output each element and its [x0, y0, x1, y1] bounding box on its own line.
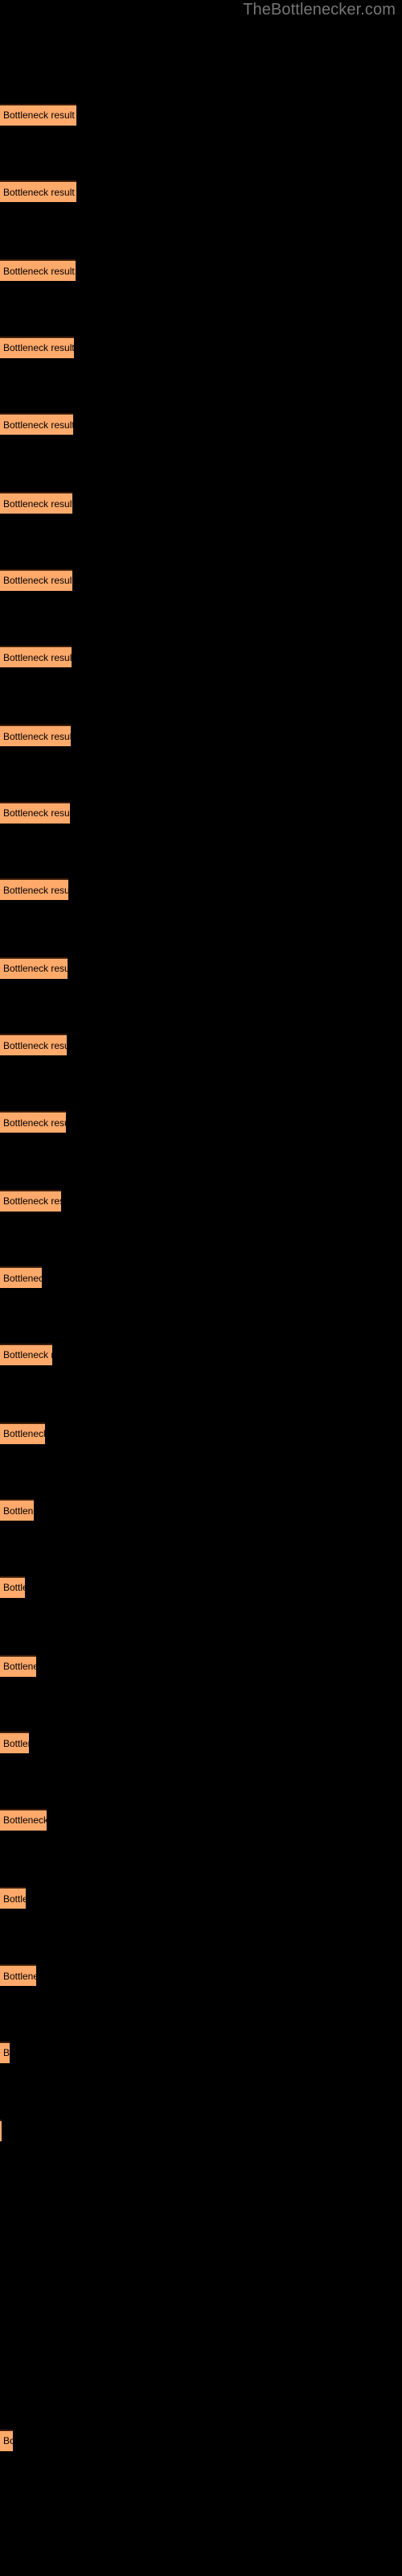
- bottleneck-bar[interactable]: Bottleneck result: [0, 103, 76, 126]
- bar-row: Bottleneck result: [0, 2429, 402, 2451]
- bar-row: Bottleneck result: [0, 2352, 402, 2374]
- bottleneck-bar[interactable]: Bottleneck result: [0, 878, 68, 901]
- bottleneck-bar[interactable]: Bottleneck result: [0, 2429, 13, 2451]
- bar-row: Bottleneck result: [0, 1732, 402, 1754]
- bar-label: Bottleneck result: [3, 1195, 61, 1208]
- bar-label: Bottleneck result: [3, 1117, 66, 1129]
- page-root: TheBottlenecker.com Bottleneck result Bot…: [0, 0, 402, 2576]
- bar-label: Bottleneck result: [3, 807, 70, 819]
- bottleneck-bar[interactable]: Bottleneck result: [0, 1499, 34, 1521]
- bottleneck-bar[interactable]: Bottleneck result: [0, 1266, 42, 1289]
- bar-row: Bottleneck result: [0, 878, 402, 901]
- bar-row: Bottleneck result: [0, 646, 402, 668]
- bar-label: Bottleneck result: [3, 186, 75, 198]
- bar-row: Bottleneck result: [0, 2273, 402, 2295]
- bar-label: Bottleneck result: [3, 1272, 42, 1284]
- bar-label: Bottleneck result: [3, 1661, 36, 1673]
- bottleneck-bar[interactable]: Bottleneck result: [0, 2120, 2, 2142]
- bar-label: Bottleneck result: [3, 1893, 26, 1905]
- bar-label: Bottleneck result: [3, 1737, 29, 1749]
- bar-row: Bottleneck result: [0, 2041, 402, 2063]
- bar-row: Bottleneck result: [0, 336, 402, 358]
- bar-row: Bottleneck result: [0, 2506, 402, 2528]
- bar-row: Bottleneck result: [0, 1575, 402, 1598]
- bar-label: Bottleneck result: [3, 575, 72, 587]
- bar-row: Bottleneck result: [0, 1654, 402, 1677]
- bar-row: Bottleneck result: [0, 1964, 402, 1986]
- bar-row: Bottleneck result: [0, 492, 402, 514]
- bar-row: Bottleneck result: [0, 1422, 402, 1444]
- bar-row: Bottleneck result: [0, 568, 402, 591]
- bar-label: Bottleneck result: [3, 1814, 47, 1827]
- bar-row: Bottleneck result: [0, 1887, 402, 1909]
- bar-label: Bottleneck result: [3, 497, 72, 510]
- bottleneck-bar[interactable]: Bottleneck result: [0, 1111, 66, 1133]
- bar-row: Bottleneck result: [0, 1499, 402, 1521]
- bar-row: Bottleneck result: [0, 1266, 402, 1289]
- bottleneck-bar[interactable]: Bottleneck result: [0, 1343, 52, 1365]
- bar-label: Bottleneck result: [3, 651, 72, 663]
- bottleneck-bar[interactable]: Bottleneck result: [0, 1964, 36, 1986]
- bottleneck-bar[interactable]: Bottleneck result: [0, 336, 74, 358]
- bar-row: Bottleneck result: [0, 2120, 402, 2142]
- bottleneck-bar-chart: Bottleneck result Bottleneck result Bottle…: [0, 0, 402, 2576]
- bottleneck-bar[interactable]: Bottleneck result: [0, 492, 72, 514]
- bar-label: Bottleneck result: [3, 265, 75, 277]
- bottleneck-bar[interactable]: Bottleneck result: [0, 2041, 10, 2063]
- bottleneck-bar[interactable]: Bottleneck result: [0, 1422, 45, 1444]
- bottleneck-bar[interactable]: Bottleneck result: [0, 180, 76, 203]
- bar-label: Bottleneck result: [3, 1970, 36, 1982]
- bar-row: Bottleneck result: [0, 1189, 402, 1212]
- bar-label: Bottleneck result: [3, 963, 68, 975]
- bar-label: Bottleneck result: [3, 419, 73, 431]
- bar-label: Bottleneck result: [3, 109, 75, 122]
- bar-row: Bottleneck result: [0, 1034, 402, 1056]
- bar-label: Bottleneck result: [3, 1505, 34, 1517]
- bottleneck-bar[interactable]: Bottleneck result: [0, 1034, 67, 1056]
- bar-row: Bottleneck result: [0, 1343, 402, 1365]
- bottleneck-bar[interactable]: Bottleneck result: [0, 413, 73, 436]
- bar-row: Bottleneck result: [0, 801, 402, 824]
- bottleneck-bar[interactable]: Bottleneck result: [0, 1575, 25, 1598]
- bar-label: Bottleneck result: [3, 884, 68, 896]
- bottleneck-bar[interactable]: Bottleneck result: [0, 1732, 29, 1754]
- bar-row: Bottleneck result: [0, 2197, 402, 2219]
- bar-row: Bottleneck result: [0, 103, 402, 126]
- bar-label: Bottleneck result: [3, 2047, 10, 2059]
- bottleneck-bar[interactable]: Bottleneck result: [0, 1808, 47, 1831]
- bar-row: Bottleneck result: [0, 724, 402, 746]
- bottleneck-bar[interactable]: Bottleneck result: [0, 801, 70, 824]
- bottleneck-bar[interactable]: Bottleneck result: [0, 646, 72, 668]
- bar-label: Bottleneck result: [3, 730, 71, 742]
- bar-row: Bottleneck result: [0, 413, 402, 436]
- bar-row: Bottleneck result: [0, 180, 402, 203]
- bar-label: Bottleneck result: [3, 342, 74, 354]
- bottleneck-bar[interactable]: Bottleneck result: [0, 956, 68, 979]
- bottleneck-bar[interactable]: Bottleneck result: [0, 259, 76, 282]
- bar-label: Bottleneck result: [3, 1428, 45, 1440]
- bar-label: Bottleneck result: [3, 1349, 52, 1361]
- bottleneck-bar[interactable]: Bottleneck result: [0, 1887, 26, 1909]
- bar-label: Bottleneck result: [3, 2435, 13, 2447]
- bottleneck-bar[interactable]: Bottleneck result: [0, 1654, 36, 1677]
- bar-row: Bottleneck result: [0, 1808, 402, 1831]
- bar-row: Bottleneck result: [0, 1111, 402, 1133]
- bar-row: Bottleneck result: [0, 259, 402, 282]
- bar-label: Bottleneck result: [3, 1582, 25, 1594]
- bottleneck-bar[interactable]: Bottleneck result: [0, 568, 72, 591]
- bottleneck-bar[interactable]: Bottleneck result: [0, 1189, 61, 1212]
- bar-label: Bottleneck result: [3, 1039, 67, 1051]
- bar-row: Bottleneck result: [0, 956, 402, 979]
- bottleneck-bar[interactable]: Bottleneck result: [0, 724, 71, 746]
